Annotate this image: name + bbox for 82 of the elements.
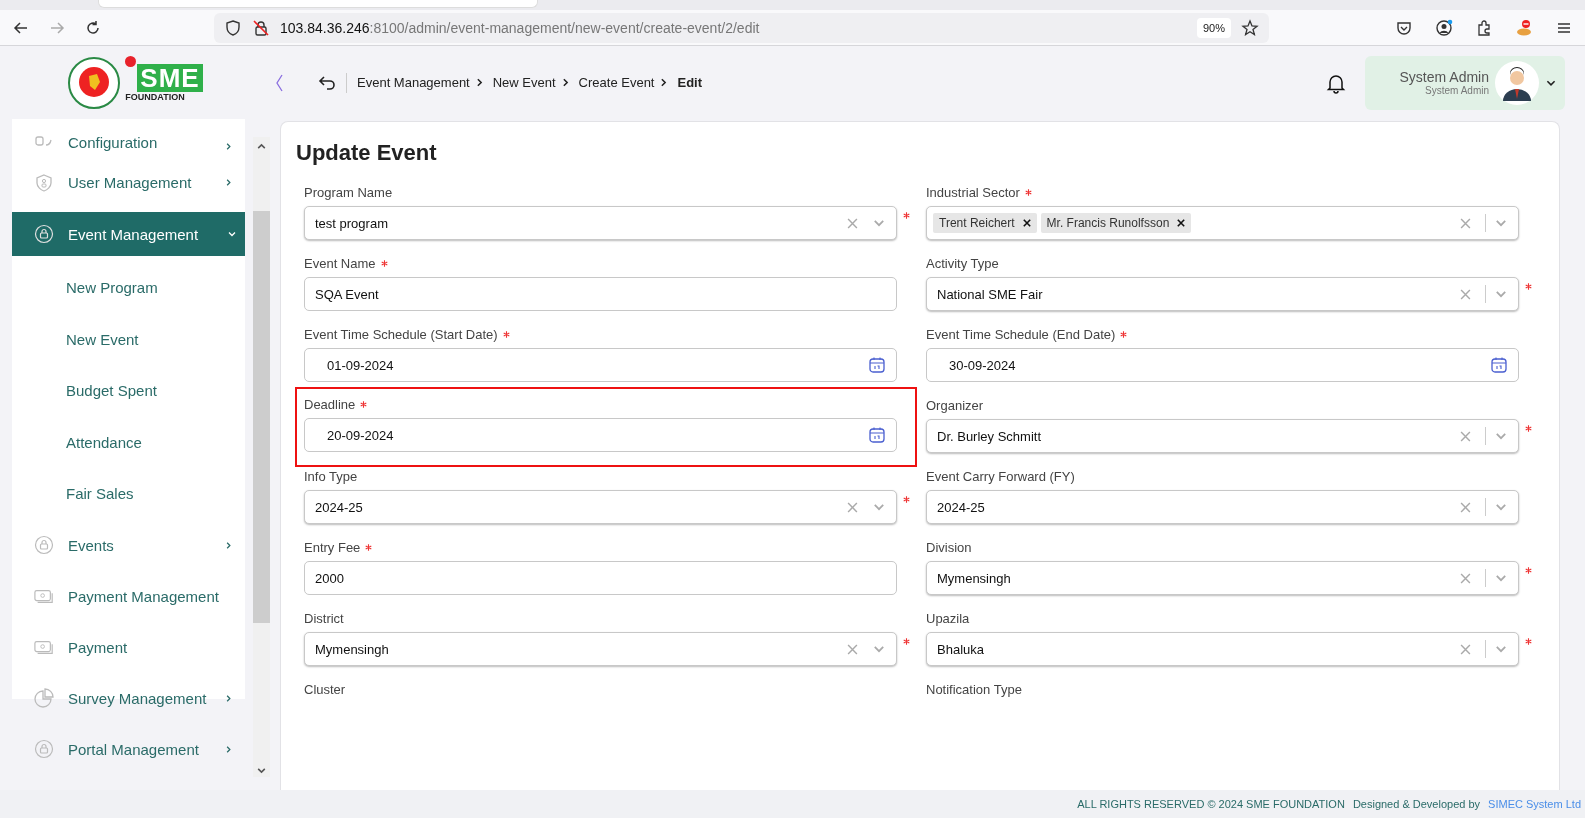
logo-mark: SME	[137, 63, 203, 92]
shield-icon	[34, 172, 54, 193]
sidebar-item[interactable]: Survey Management	[12, 672, 245, 724]
sidebar-subitem[interactable]: New Event	[12, 313, 245, 365]
breadcrumb-item[interactable]: Event Management	[357, 75, 470, 90]
select-field[interactable]: Dr. Burley Schmitt	[926, 419, 1519, 453]
zoom-level[interactable]: 90%	[1196, 17, 1231, 38]
multi-select-field[interactable]: Trent Reichert Mr. Francis Runolfsson	[926, 206, 1519, 240]
field-label: Deadline	[304, 396, 356, 412]
calendar-icon[interactable]	[868, 426, 886, 444]
chevron-right-icon	[224, 178, 233, 187]
sidebar-item[interactable]: Configuration	[12, 121, 245, 157]
field-label: Event Time Schedule (End Date)	[926, 326, 1116, 342]
lock-icon	[34, 535, 54, 555]
field-label: Notification Type	[926, 681, 1022, 697]
select-field[interactable]: National SME Fair	[926, 277, 1519, 311]
emblem-icon	[67, 55, 122, 110]
select-field[interactable]: Mymensingh	[926, 561, 1519, 595]
sidebar-subitem[interactable]: Budget Spent	[12, 365, 245, 417]
calendar-icon[interactable]	[1490, 356, 1508, 374]
field-label: Program Name	[304, 184, 393, 200]
date-field[interactable]: 30-09-2024	[926, 348, 1519, 382]
field-label: Activity Type	[926, 255, 999, 271]
select-field[interactable]: 2024-25	[304, 490, 897, 524]
sidebar-subitem[interactable]: New Program	[12, 262, 245, 314]
select-field[interactable]: Bhaluka	[926, 632, 1519, 666]
date-field[interactable]: 01-09-2024	[304, 348, 897, 382]
logo-tagline: FOUNDATION	[125, 91, 185, 102]
star-icon[interactable]	[1241, 18, 1259, 37]
address-bar[interactable]: 103.84.36.246:8100/admin/event-management/new-event/create-event/2/edit 90%	[214, 12, 1269, 43]
field-label: Upazila	[926, 610, 970, 626]
field-label: Event Carry Forward (FY)	[926, 468, 1075, 484]
select-field[interactable]: test program	[304, 206, 897, 240]
page-title: Update Event	[296, 140, 438, 166]
select-field[interactable]: 2024-25	[926, 490, 1519, 524]
calendar-icon[interactable]	[868, 356, 886, 374]
chevron-right-icon	[224, 744, 233, 754]
credit-text: Designed & Developed by	[1352, 798, 1481, 810]
breadcrumb-item[interactable]: New Event	[492, 75, 556, 90]
sidebar-item[interactable]: Payment Management	[12, 570, 245, 622]
url-text: 103.84.36.246:8100/admin/event-management/new-event/create-event/2/edit	[280, 19, 761, 36]
pie-chart-icon	[34, 688, 54, 708]
lock-icon	[34, 739, 54, 759]
tag-chip: Trent Reichert	[933, 213, 1037, 233]
user-menu[interactable]: System Admin System Admin	[1365, 55, 1565, 110]
insecure-lock-icon	[252, 18, 270, 37]
field-label: District	[304, 610, 344, 626]
remove-icon[interactable]	[1177, 219, 1186, 227]
logo-dot	[125, 55, 137, 67]
sidebar-subitem[interactable]: Attendance	[12, 416, 245, 468]
field-label: Division	[926, 539, 972, 555]
field-label: Organizer	[926, 397, 984, 413]
field-label: Info Type	[304, 468, 358, 484]
input-field[interactable]: SQA Event	[304, 277, 897, 311]
field-label: Event Time Schedule (Start Date)	[304, 326, 498, 342]
sidebar-item[interactable]: Portal Management	[12, 723, 245, 775]
sidebar-item[interactable]: User Management	[12, 157, 245, 208]
lock-icon	[34, 224, 54, 244]
input-field[interactable]: 2000	[304, 561, 897, 595]
field-label: Industrial Sector	[926, 184, 1020, 200]
breadcrumb-item: Edit	[677, 75, 703, 90]
select-field[interactable]: Mymensingh	[304, 632, 897, 666]
chevron-right-icon	[224, 142, 233, 151]
remove-icon[interactable]	[1022, 219, 1031, 227]
copyright-text: ALL RIGHTS RESERVED © 2024 SME FOUNDATION	[1077, 798, 1345, 810]
chevron-right-icon	[224, 540, 233, 550]
chevron-right-icon	[224, 693, 233, 703]
field-label: Event Name	[304, 255, 376, 271]
reload-icon	[84, 18, 102, 37]
field-label: Cluster	[304, 681, 346, 697]
scrollbar-thumb[interactable]	[253, 211, 270, 623]
date-field[interactable]: 20-09-2024	[304, 418, 897, 452]
sidebar-item[interactable]: Event Management	[12, 212, 245, 256]
avatar-icon	[1495, 60, 1539, 105]
field-label: Entry Fee	[304, 539, 361, 555]
breadcrumb-item[interactable]: Create Event	[578, 75, 655, 90]
chevron-down-icon	[227, 229, 237, 239]
tag-chip: Mr. Francis Runolfsson	[1040, 213, 1192, 233]
sidebar-item[interactable]: Payment	[12, 621, 245, 673]
sidebar-subitem[interactable]: Fair Sales	[12, 468, 245, 520]
shield-icon	[224, 18, 242, 37]
sidebar-item[interactable]: Events	[12, 519, 245, 571]
